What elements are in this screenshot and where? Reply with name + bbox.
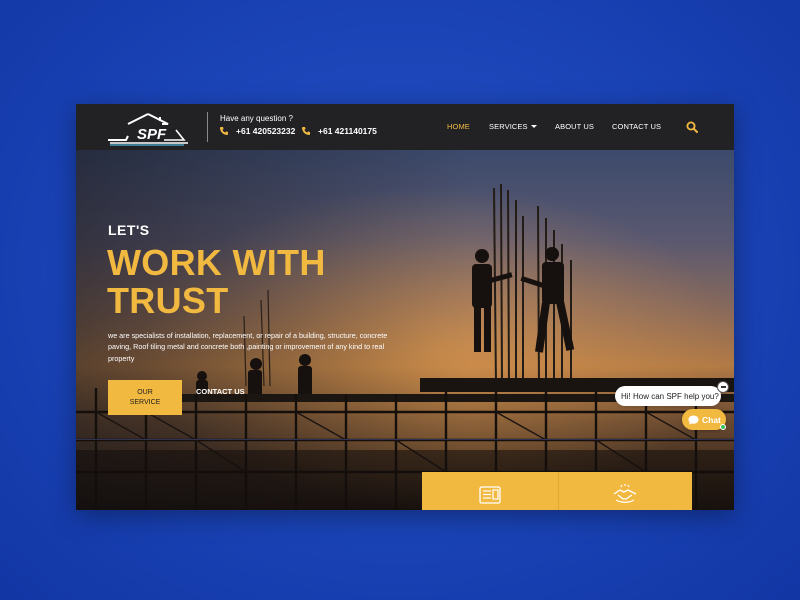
search-icon[interactable] (686, 121, 698, 133)
hero-headline: WORK WITH TRUST (107, 244, 326, 320)
card-separator (558, 472, 559, 510)
header-divider (207, 112, 208, 142)
nav-services-label: SERVICES (489, 122, 528, 131)
website-frame: SPF Have any question ? +61 420523232 +6… (76, 104, 734, 510)
phone-icon (302, 127, 310, 135)
logo-text: SPF (137, 126, 167, 143)
our-service-button[interactable]: OUR SERVICE (108, 380, 182, 415)
minimize-icon[interactable] (717, 381, 729, 393)
chevron-down-icon (530, 125, 537, 128)
phone-link-2[interactable]: +61 421140175 (301, 126, 377, 136)
question-text: Have any question ? (220, 114, 293, 123)
site-header: SPF Have any question ? +61 420523232 +6… (76, 104, 734, 150)
phone-number-1: +61 420523232 (236, 126, 296, 136)
hero-divider-line (76, 439, 734, 440)
online-status-indicator (720, 424, 726, 430)
hero-description: we are specialists of installation, repl… (108, 331, 388, 363)
chat-bubble-icon (688, 415, 699, 425)
chat-button-label: Chat (702, 414, 721, 425)
hero-headline-line-1: WORK WITH (107, 242, 326, 283)
hero-eyebrow: LET'S (108, 222, 150, 238)
nav-about-us[interactable]: ABOUT US (555, 122, 594, 131)
spf-logo[interactable]: SPF (104, 110, 194, 146)
service-cards (422, 472, 692, 510)
phone-link-1[interactable]: +61 420523232 (219, 126, 295, 136)
contact-us-link[interactable]: CONTACT US (196, 387, 245, 396)
our-service-button-label: OUR SERVICE (129, 388, 161, 406)
nav-home[interactable]: HOME (447, 122, 470, 131)
chat-greeting-bubble[interactable]: Hi! How can SPF help you? (615, 386, 721, 406)
chat-greeting-text: Hi! How can SPF help you? (621, 391, 719, 401)
handshake-icon[interactable] (612, 484, 638, 504)
hero-headline-line-2: TRUST (107, 280, 229, 321)
document-icon[interactable] (479, 486, 501, 504)
hero-section: LET'S WORK WITH TRUST we are specialists… (76, 150, 734, 510)
phone-icon (220, 127, 228, 135)
phone-number-2: +61 421140175 (318, 126, 377, 136)
nav-services[interactable]: SERVICES (489, 122, 537, 131)
nav-contact-us[interactable]: CONTACT US (612, 122, 661, 131)
